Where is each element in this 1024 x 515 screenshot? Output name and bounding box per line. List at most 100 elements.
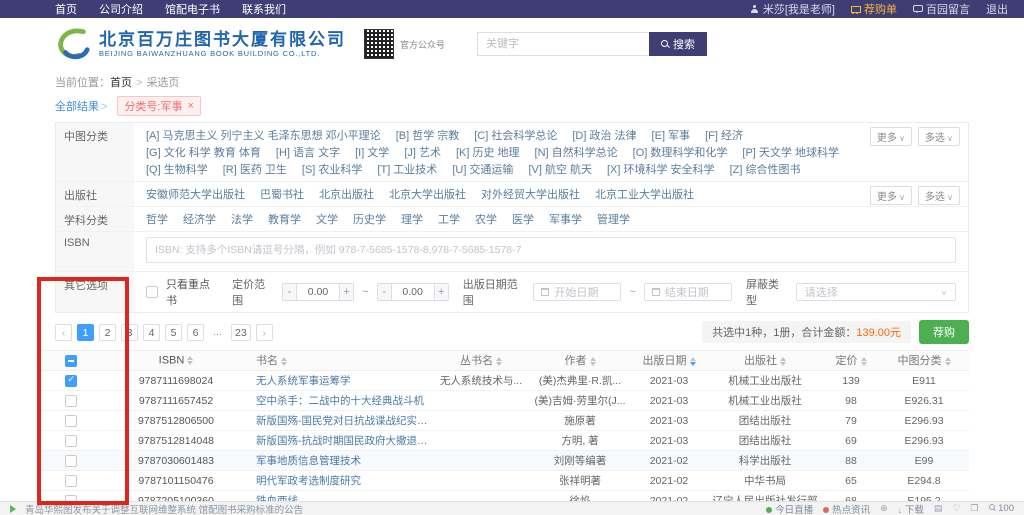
row-checkbox[interactable] bbox=[65, 455, 77, 467]
clc-option[interactable]: [G] 文化 科学 教育 体育 bbox=[146, 144, 261, 160]
grid-icon[interactable]: ▤ bbox=[934, 503, 943, 514]
select-all-checkbox[interactable] bbox=[65, 355, 77, 367]
book-title-link[interactable]: 新版国殇-国民党对日抗战谍战纪实第四部1-8 bbox=[256, 415, 433, 427]
top-menu-item[interactable]: 联系我们 bbox=[242, 1, 286, 17]
price-min-input[interactable] bbox=[297, 284, 339, 300]
filter-tag-close-icon[interactable]: × bbox=[188, 100, 194, 112]
subject-option[interactable]: 历史学 bbox=[353, 211, 386, 227]
top-menu-item[interactable]: 公司介绍 bbox=[99, 1, 143, 17]
clc-option[interactable]: [E] 军事 bbox=[652, 127, 691, 143]
publisher-option[interactable]: 北京出版社 bbox=[319, 186, 374, 202]
page-button[interactable]: 6 bbox=[187, 324, 204, 341]
clc-option[interactable]: [O] 数理科学和化学 bbox=[633, 144, 728, 160]
circle-plus-icon[interactable]: ⊕ bbox=[880, 503, 888, 514]
price-max-minus-button[interactable]: - bbox=[378, 284, 392, 300]
row-checkbox[interactable] bbox=[65, 415, 77, 427]
book-title-link[interactable]: 明代军政考选制度研究 bbox=[256, 475, 361, 487]
header-series[interactable]: 丛书名 bbox=[433, 352, 529, 369]
clc-option[interactable]: [T] 工业技术 bbox=[377, 161, 437, 177]
clc-option[interactable]: [J] 艺术 bbox=[404, 144, 441, 160]
date-start-picker[interactable]: 开始日期 bbox=[533, 283, 621, 301]
page-button[interactable]: 23 bbox=[231, 324, 251, 341]
live-today-item[interactable]: 今日直播 bbox=[766, 502, 813, 515]
clc-option[interactable]: [N] 自然科学总论 bbox=[535, 144, 618, 160]
download-item[interactable]: ↓ 下载 bbox=[898, 502, 924, 515]
publisher-multi-button[interactable]: 多选 bbox=[918, 186, 960, 205]
clc-option[interactable]: [H] 语言 文字 bbox=[276, 144, 340, 160]
page-button[interactable]: 3 bbox=[121, 324, 138, 341]
block-type-select[interactable]: 请选择 bbox=[796, 283, 956, 301]
subject-option[interactable]: 教育学 bbox=[268, 211, 301, 227]
clc-option[interactable]: [X] 环境科学 安全科学 bbox=[607, 161, 715, 177]
header-title[interactable]: 书名 bbox=[250, 352, 433, 369]
book-title-link[interactable]: 无人系统军事运筹学 bbox=[256, 375, 351, 387]
clc-option[interactable]: [A] 马克思主义 列宁主义 毛泽东思想 邓小平理论 bbox=[146, 127, 381, 143]
clc-more-button[interactable]: 更多 bbox=[870, 127, 912, 146]
clc-option[interactable]: [U] 交通运输 bbox=[452, 161, 513, 177]
header-isbn[interactable]: ISBN bbox=[102, 353, 250, 368]
row-checkbox[interactable] bbox=[65, 395, 77, 407]
subject-option[interactable]: 哲学 bbox=[146, 211, 168, 227]
clc-option[interactable]: [D] 政治 法律 bbox=[572, 127, 636, 143]
subject-option[interactable]: 工学 bbox=[438, 211, 460, 227]
clc-option[interactable]: [P] 天文学 地球科学 bbox=[742, 144, 839, 160]
header-clc[interactable]: 中图分类 bbox=[879, 352, 969, 369]
header-author[interactable]: 作者 bbox=[529, 352, 631, 369]
message-board[interactable]: 百园留言 bbox=[913, 1, 970, 17]
header-date[interactable]: 出版日期 bbox=[631, 352, 707, 369]
clc-option[interactable]: [Q] 生物科学 bbox=[146, 161, 208, 177]
page-button[interactable]: 5 bbox=[165, 324, 182, 341]
search-button[interactable]: 搜索 bbox=[649, 32, 707, 56]
header-publisher[interactable]: 出版社 bbox=[707, 352, 823, 369]
clc-option[interactable]: [Z] 综合性图书 bbox=[730, 161, 801, 177]
subject-option[interactable]: 理学 bbox=[401, 211, 423, 227]
publisher-option[interactable]: 安徽师范大学出版社 bbox=[146, 186, 245, 202]
logout-button[interactable]: 退出 bbox=[986, 1, 1008, 17]
header-price[interactable]: 定价 bbox=[823, 352, 879, 369]
heart-icon[interactable]: ♡ bbox=[952, 503, 960, 514]
publisher-option[interactable]: 对外经贸大学出版社 bbox=[481, 186, 580, 202]
row-checkbox[interactable] bbox=[65, 375, 77, 387]
publisher-option[interactable]: 北京大学出版社 bbox=[389, 186, 466, 202]
date-end-picker[interactable]: 结束日期 bbox=[644, 283, 732, 301]
page-button[interactable]: 2 bbox=[99, 324, 116, 341]
breadcrumb-home[interactable]: 首页 bbox=[110, 77, 132, 89]
clc-option[interactable]: [C] 社会科学总论 bbox=[474, 127, 557, 143]
clc-option[interactable]: [I] 文学 bbox=[355, 144, 389, 160]
recommend-purchase-button[interactable]: 荐购 bbox=[919, 320, 969, 344]
subject-option[interactable]: 军事学 bbox=[549, 211, 582, 227]
book-title-link[interactable]: 军事地质信息管理技术 bbox=[256, 455, 361, 467]
clc-option[interactable]: [B] 哲学 宗教 bbox=[396, 127, 460, 143]
user-account[interactable]: 米莎[我是老师] bbox=[751, 1, 835, 17]
row-checkbox[interactable] bbox=[65, 435, 77, 447]
notice-ticker[interactable]: 青岛华熙图发布关于调整互联网维整系统 馆配图书采购标准的公告 bbox=[10, 502, 303, 515]
prev-page-button[interactable]: ‹ bbox=[55, 324, 72, 341]
key-books-checkbox[interactable] bbox=[146, 286, 158, 298]
publisher-option[interactable]: 巴蜀书社 bbox=[260, 186, 304, 202]
site-logo[interactable]: 北京百万庄图书大厦有限公司 BEIJING BAIWANZHUANG BOOK … bbox=[55, 27, 346, 61]
subject-option[interactable]: 经济学 bbox=[183, 211, 216, 227]
publisher-more-button[interactable]: 更多 bbox=[870, 186, 912, 205]
price-min-minus-button[interactable]: - bbox=[283, 284, 297, 300]
window-icon[interactable]: ❐ bbox=[970, 503, 978, 514]
subject-option[interactable]: 农学 bbox=[475, 211, 497, 227]
book-title-link[interactable]: 空中杀手：二战中的十大经典战斗机 bbox=[256, 395, 424, 407]
publisher-option[interactable]: 北京工业大学出版社 bbox=[595, 186, 694, 202]
price-max-input[interactable] bbox=[392, 284, 434, 300]
row-checkbox[interactable] bbox=[65, 475, 77, 487]
hot-news-item[interactable]: 热点资讯 bbox=[823, 502, 870, 515]
next-page-button[interactable]: › bbox=[256, 324, 273, 341]
page-button[interactable]: 4 bbox=[143, 324, 160, 341]
book-title-link[interactable]: 新版国殇-抗战时期国民政府大撤退秘录第六部1-5 bbox=[256, 435, 433, 447]
top-menu-item[interactable]: 馆配电子书 bbox=[165, 1, 220, 17]
clc-option[interactable]: [S] 农业科学 bbox=[302, 161, 363, 177]
page-button[interactable]: 1 bbox=[77, 324, 94, 341]
isbn-input[interactable] bbox=[146, 237, 956, 263]
all-results-link[interactable]: 全部结果> bbox=[55, 98, 107, 114]
zoom-control[interactable]: 100 bbox=[989, 503, 1015, 514]
clc-option[interactable]: [F] 经济 bbox=[705, 127, 743, 143]
price-min-plus-button[interactable]: + bbox=[339, 284, 353, 300]
search-input[interactable] bbox=[477, 32, 649, 56]
recommend-cart[interactable]: 荐购单 bbox=[851, 1, 897, 17]
clc-option[interactable]: [K] 历史 地理 bbox=[456, 144, 520, 160]
